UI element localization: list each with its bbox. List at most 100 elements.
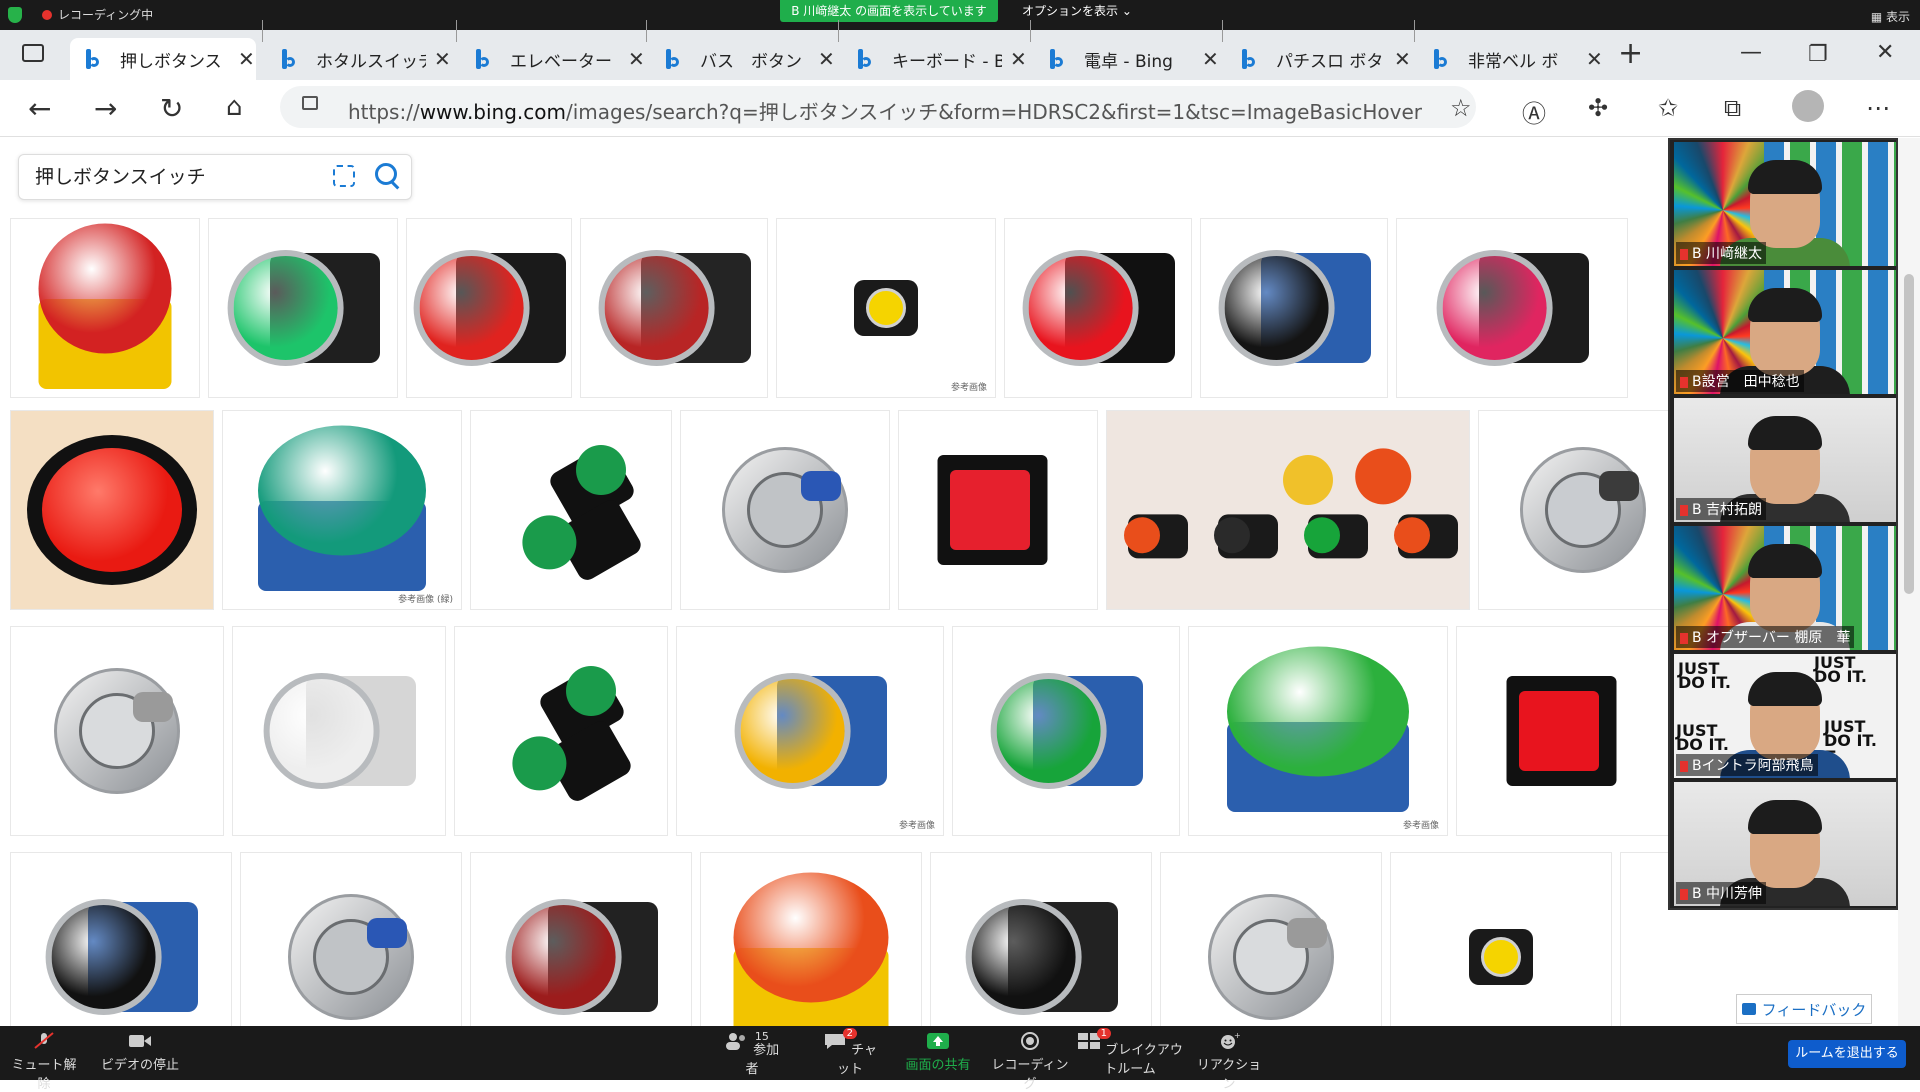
participant-video-tile[interactable]: B オブザーバー 棚原 華 (1674, 526, 1896, 650)
browser-tab[interactable]: 押しボタンス ✕ (70, 38, 256, 80)
share-screen-button[interactable]: 画面の共有 (900, 1032, 976, 1073)
more-menu-icon[interactable]: ⋯ (1866, 94, 1890, 122)
push-button-switch-image (471, 411, 671, 609)
browser-tab[interactable]: パチスロ ボタ ✕ (1226, 38, 1412, 80)
view-layout-button[interactable]: ▦ 表示 (1871, 8, 1910, 25)
tab-close-icon[interactable]: ✕ (1394, 47, 1411, 71)
image-result-thumbnail[interactable] (240, 852, 462, 1026)
leave-room-button[interactable]: ルームを退出する (1788, 1040, 1906, 1068)
image-result-thumbnail[interactable] (1106, 410, 1470, 610)
image-result-thumbnail[interactable] (470, 852, 692, 1026)
add-favorite-icon[interactable]: ☆ (1450, 94, 1472, 122)
breakout-rooms-button[interactable]: 1 ブレイクアウトルーム (1076, 1028, 1184, 1077)
image-result-thumbnail[interactable]: 参考画像 (676, 626, 944, 836)
image-result-thumbnail[interactable] (232, 626, 446, 836)
participant-video-tile[interactable]: B 吉村拓朗 (1674, 398, 1896, 522)
extensions-icon[interactable]: ✣ (1588, 94, 1608, 122)
tab-close-icon[interactable]: ✕ (1010, 47, 1027, 71)
participants-button[interactable]: 15 参加者 (722, 1030, 782, 1077)
image-result-thumbnail[interactable] (406, 218, 572, 398)
image-result-thumbnail[interactable] (1478, 410, 1668, 610)
image-result-thumbnail[interactable] (700, 852, 922, 1026)
participant-name: B 吉村拓朗 (1692, 502, 1763, 518)
tab-close-icon[interactable]: ✕ (238, 47, 255, 71)
browser-tab[interactable]: 非常ベル ボ ✕ (1418, 38, 1604, 80)
participant-hair (1748, 800, 1822, 834)
maximize-icon[interactable]: ❐ (1808, 42, 1828, 67)
search-icon[interactable] (375, 163, 397, 185)
image-result-thumbnail[interactable] (10, 410, 214, 610)
image-result-thumbnail[interactable] (898, 410, 1098, 610)
read-aloud-icon[interactable]: Ⓐ (1522, 94, 1546, 129)
forward-arrow-icon[interactable]: → (94, 92, 117, 125)
participant-name: B 中川芳伸 (1692, 886, 1763, 902)
participants-video-panel: B 川﨑継太 B設営 田中稔也 B 吉村拓朗 B オブザーバー 棚原 華 JUST DO… (1668, 138, 1898, 910)
browser-tab[interactable]: キーボード - B ✕ (842, 38, 1028, 80)
home-icon[interactable]: ⌂ (226, 92, 243, 122)
browser-tab[interactable]: バス ボタン ✕ (650, 38, 836, 80)
participant-video-tile[interactable]: B 中川芳伸 (1674, 782, 1896, 906)
favorites-icon[interactable]: ✩ (1658, 94, 1678, 122)
feedback-button[interactable]: フィードバック (1736, 994, 1872, 1024)
browser-tab[interactable]: 電卓 - Bing ✕ (1034, 38, 1220, 80)
image-result-thumbnail[interactable] (1620, 852, 1668, 1026)
unmute-button[interactable]: ミュート解除 (8, 1032, 80, 1092)
browser-tab[interactable]: ホタルスイッチ ✕ (266, 38, 452, 80)
participant-name-tag: B 川﨑継太 (1676, 242, 1767, 264)
participant-video-tile[interactable]: B 川﨑継太 (1674, 142, 1896, 266)
image-result-thumbnail[interactable] (470, 410, 672, 610)
image-result-thumbnail[interactable] (454, 626, 668, 836)
image-result-thumbnail[interactable] (680, 410, 890, 610)
image-result-thumbnail[interactable]: 参考画像 (緑) (222, 410, 462, 610)
reference-image-watermark: 参考画像 (950, 383, 987, 393)
image-result-thumbnail[interactable] (580, 218, 768, 398)
lock-icon[interactable] (302, 96, 318, 110)
tab-actions-icon[interactable] (22, 44, 44, 62)
record-button[interactable]: レコーディング (990, 1032, 1070, 1092)
image-result-thumbnail[interactable] (930, 852, 1152, 1026)
bing-search-box[interactable] (18, 154, 412, 200)
browser-tab[interactable]: エレベーター ✕ (460, 38, 646, 80)
back-arrow-icon[interactable]: ← (28, 92, 51, 125)
image-result-thumbnail[interactable] (10, 218, 200, 398)
image-result-thumbnail[interactable] (1200, 218, 1388, 398)
push-button-switch-image (1189, 627, 1447, 835)
image-result-thumbnail[interactable]: 参考画像 (1188, 626, 1448, 836)
close-window-icon[interactable]: ✕ (1876, 40, 1894, 65)
search-input[interactable] (33, 163, 337, 187)
tab-close-icon[interactable]: ✕ (628, 47, 645, 71)
image-result-thumbnail[interactable] (1160, 852, 1382, 1026)
scroll-thumb[interactable] (1904, 274, 1914, 594)
image-result-thumbnail[interactable] (10, 626, 224, 836)
tab-separator (262, 20, 263, 42)
view-options-button[interactable]: オプションを表示 ⌄ (1022, 2, 1132, 19)
tab-close-icon[interactable]: ✕ (1586, 47, 1603, 71)
tab-close-icon[interactable]: ✕ (1202, 47, 1219, 71)
tab-close-icon[interactable]: ✕ (818, 47, 835, 71)
participant-name-tag: Bイントラ阿部飛鳥 (1676, 754, 1818, 776)
image-result-thumbnail[interactable] (208, 218, 398, 398)
chat-button[interactable]: 2 チャット (820, 1028, 880, 1077)
profile-avatar[interactable] (1792, 90, 1824, 122)
refresh-icon[interactable]: ↻ (160, 92, 183, 125)
minimize-icon[interactable]: — (1740, 40, 1762, 65)
image-result-thumbnail[interactable] (10, 852, 232, 1026)
url-text[interactable]: https://www.bing.com/images/search?q=押しボ… (348, 96, 1422, 125)
collections-icon[interactable]: ⧉ (1724, 94, 1741, 122)
visual-search-icon[interactable] (333, 165, 355, 187)
image-result-thumbnail[interactable] (1390, 852, 1612, 1026)
tab-close-icon[interactable]: ✕ (434, 47, 451, 71)
stop-video-button[interactable]: ビデオの停止 (100, 1032, 180, 1073)
page-scrollbar[interactable] (1898, 138, 1920, 1026)
image-result-thumbnail[interactable] (1396, 218, 1628, 398)
participant-video-tile[interactable]: JUST DO IT. JUST DO IT. JUST DO IT. JUST DO… (1674, 654, 1896, 778)
security-shield-icon[interactable] (8, 6, 22, 23)
image-result-thumbnail[interactable] (1004, 218, 1192, 398)
push-button-switch-image (1161, 853, 1381, 1026)
participant-video-tile[interactable]: B設営 田中稔也 (1674, 270, 1896, 394)
image-result-thumbnail[interactable]: 参考画像 (776, 218, 996, 398)
image-result-thumbnail[interactable] (1456, 626, 1668, 836)
image-result-thumbnail[interactable] (952, 626, 1180, 836)
new-tab-button[interactable]: + (1618, 36, 1643, 71)
reaction-button[interactable]: + リアクション (1194, 1032, 1264, 1092)
